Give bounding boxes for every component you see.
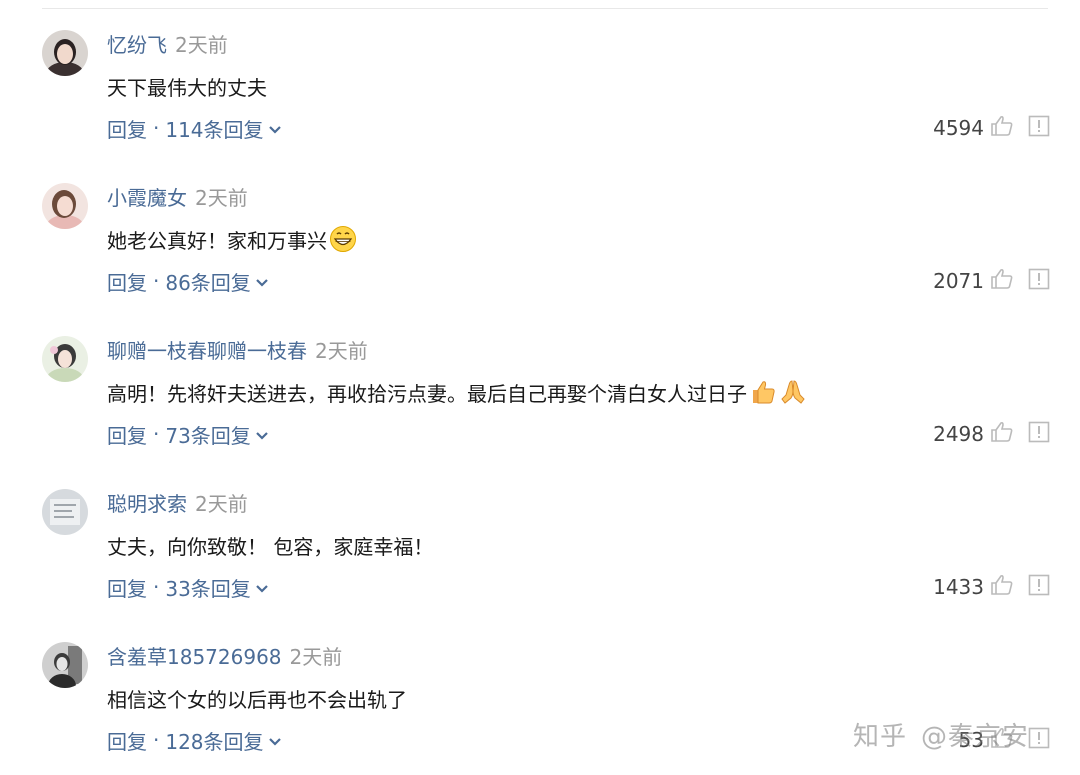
comment-item: 忆纷飞 2天前 天下最伟大的丈夫 回复 · 114条回复 4594 bbox=[0, 0, 1080, 150]
reply-button[interactable]: 回复 bbox=[107, 420, 147, 449]
username[interactable]: 含羞草185726968 bbox=[107, 641, 282, 670]
view-replies-button[interactable]: 128条回复 bbox=[165, 726, 281, 755]
watermark: 知乎 @秦京安 bbox=[853, 714, 1029, 754]
chevron-down-icon bbox=[255, 269, 269, 293]
username[interactable]: 聊赠一枝春聊赠一枝春 bbox=[107, 335, 307, 364]
avatar[interactable] bbox=[42, 336, 88, 382]
chevron-down-icon bbox=[255, 575, 269, 599]
report-icon[interactable] bbox=[1028, 115, 1050, 141]
thumbs-up-emoji bbox=[749, 378, 777, 406]
avatar[interactable] bbox=[42, 183, 88, 229]
watermark-author: @秦京安 bbox=[921, 721, 1030, 752]
separator: · bbox=[153, 422, 160, 446]
thumbs-up-icon[interactable] bbox=[990, 574, 1014, 600]
grin-emoji bbox=[329, 225, 357, 253]
replies-count: 128条回复 bbox=[165, 729, 264, 754]
replies-count: 73条回复 bbox=[165, 423, 251, 448]
report-icon[interactable] bbox=[1028, 574, 1050, 600]
report-icon[interactable] bbox=[1028, 268, 1050, 294]
chevron-down-icon bbox=[255, 422, 269, 446]
pray-emoji bbox=[779, 378, 807, 406]
comment-text: 她老公真好！家和万事兴 bbox=[107, 228, 327, 253]
username[interactable]: 忆纷飞 bbox=[107, 29, 167, 58]
chevron-down-icon bbox=[268, 728, 282, 752]
comment-item: 小霞魔女 2天前 她老公真好！家和万事兴 回复 · 86条回复 2071 bbox=[0, 153, 1080, 303]
avatar[interactable] bbox=[42, 489, 88, 535]
watermark-site: 知乎 bbox=[853, 721, 908, 752]
view-replies-button[interactable]: 73条回复 bbox=[165, 420, 268, 449]
separator: · bbox=[153, 116, 160, 140]
comment-item: 聊赠一枝春聊赠一枝春 2天前 高明！先将奸夫送进去，再收拾污点妻。最后自己再娶个… bbox=[0, 306, 1080, 456]
avatar[interactable] bbox=[42, 642, 88, 688]
view-replies-button[interactable]: 114条回复 bbox=[165, 114, 281, 143]
replies-count: 33条回复 bbox=[165, 576, 251, 601]
like-count: 2498 bbox=[933, 422, 984, 446]
comment-text: 丈夫，向你致敬！ 包容，家庭幸福！ bbox=[107, 534, 434, 559]
comment-item: 聪明求索 2天前 丈夫，向你致敬！ 包容，家庭幸福！ 回复 · 33条回复 14… bbox=[0, 459, 1080, 609]
comment-text: 相信这个女的以后再也不会出轨了 bbox=[107, 687, 407, 712]
replies-count: 86条回复 bbox=[165, 270, 251, 295]
reply-button[interactable]: 回复 bbox=[107, 114, 147, 143]
thumbs-up-icon[interactable] bbox=[990, 268, 1014, 294]
like-count: 4594 bbox=[933, 116, 984, 140]
thumbs-up-icon[interactable] bbox=[990, 421, 1014, 447]
thumbs-up-icon[interactable] bbox=[990, 115, 1014, 141]
avatar[interactable] bbox=[42, 30, 88, 76]
timestamp: 2天前 bbox=[195, 185, 248, 210]
timestamp: 2天前 bbox=[315, 338, 368, 363]
view-replies-button[interactable]: 33条回复 bbox=[165, 573, 268, 602]
timestamp: 2天前 bbox=[289, 644, 343, 669]
username[interactable]: 小霞魔女 bbox=[107, 182, 187, 211]
reply-button[interactable]: 回复 bbox=[107, 573, 147, 602]
report-icon[interactable] bbox=[1028, 421, 1050, 447]
separator: · bbox=[153, 575, 160, 599]
chevron-down-icon bbox=[268, 116, 282, 140]
timestamp: 2天前 bbox=[175, 32, 228, 57]
like-count: 2071 bbox=[933, 269, 984, 293]
reply-button[interactable]: 回复 bbox=[107, 267, 147, 296]
username[interactable]: 聪明求索 bbox=[107, 488, 187, 517]
report-icon[interactable] bbox=[1028, 727, 1050, 753]
separator: · bbox=[153, 728, 160, 752]
separator: · bbox=[153, 269, 160, 293]
comment-text: 天下最伟大的丈夫 bbox=[107, 75, 267, 100]
like-count: 1433 bbox=[933, 575, 984, 599]
reply-button[interactable]: 回复 bbox=[107, 726, 147, 755]
replies-count: 114条回复 bbox=[165, 117, 264, 142]
view-replies-button[interactable]: 86条回复 bbox=[165, 267, 268, 296]
comment-text: 高明！先将奸夫送进去，再收拾污点妻。最后自己再娶个清白女人过日子 bbox=[107, 381, 747, 406]
timestamp: 2天前 bbox=[195, 491, 248, 516]
